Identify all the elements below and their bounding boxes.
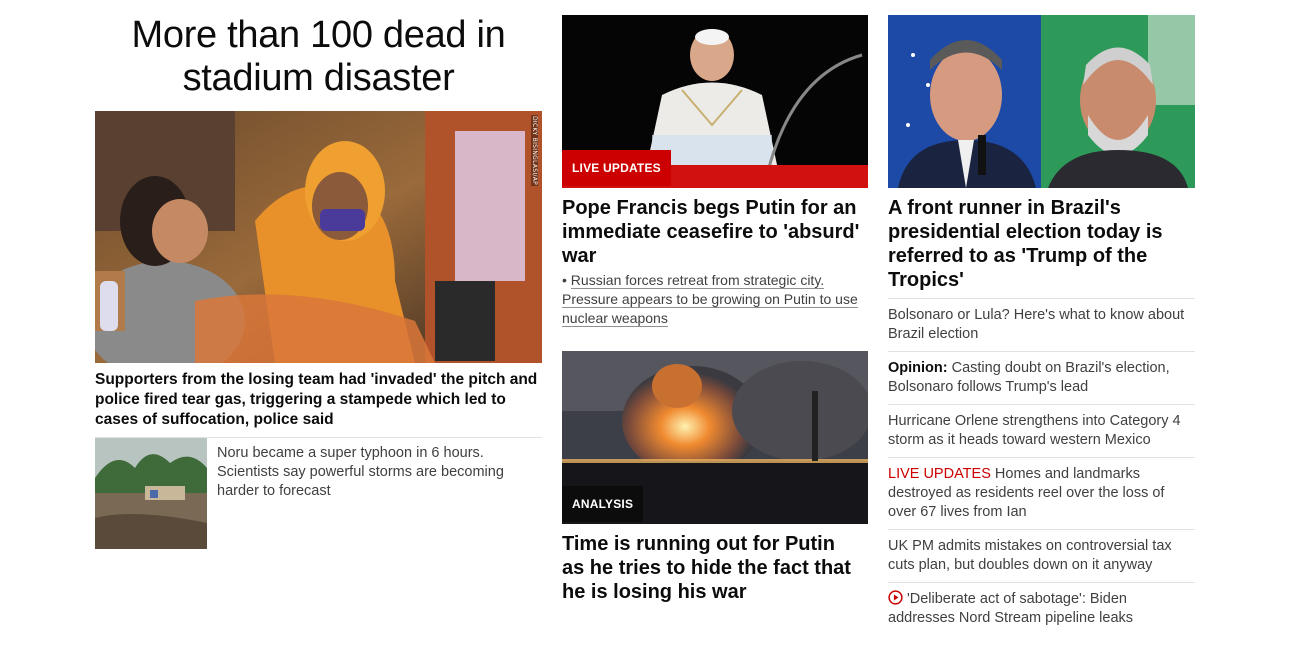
lead-caption-link[interactable]: Supporters from the losing team had 'inv…: [95, 370, 542, 430]
item-text: Bolsonaro or Lula? Here's what to know a…: [888, 307, 1185, 342]
divider: [888, 529, 1195, 530]
analysis-badge: ANALYSIS: [562, 486, 644, 522]
list-item-brazil-explainer[interactable]: Bolsonaro or Lula? Here's what to know a…: [888, 306, 1195, 344]
typhoon-photo-illustration: [95, 438, 207, 549]
live-updates-badge: LIVE UPDATES: [562, 150, 671, 186]
divider: [888, 298, 1195, 299]
lead-headline[interactable]: More than 100 dead in stadium disaster: [95, 14, 542, 100]
opinion-label: Opinion:: [888, 360, 948, 376]
list-item-uk-pm[interactable]: UK PM admits mistakes on controversial t…: [888, 537, 1195, 575]
brazil-photo-illustration: [888, 15, 1195, 188]
divider: [888, 457, 1195, 458]
list-item-nord-stream[interactable]: 'Deliberate act of sabotage': Biden addr…: [888, 590, 1195, 628]
typhoon-thumbnail[interactable]: [95, 438, 207, 549]
divider: [888, 404, 1195, 405]
list-item-hurricane[interactable]: Hurricane Orlene strengthens into Catego…: [888, 412, 1195, 450]
brazil-candidates-image[interactable]: [888, 15, 1195, 188]
divider: [888, 582, 1195, 583]
column-lead: More than 100 dead in stadium disaster D…: [95, 0, 542, 549]
photo-credit: DICKY BISINGLASI/AP: [531, 115, 538, 187]
putin-analysis-headline[interactable]: Time is running out for Putin as he trie…: [562, 532, 852, 604]
pope-headline[interactable]: Pope Francis begs Putin for an immediate…: [562, 196, 868, 268]
russia-retreat-link[interactable]: Russian forces retreat from strategic ci…: [562, 272, 858, 327]
explosion-image[interactable]: ANALYSIS: [562, 351, 868, 524]
video-play-icon: [888, 590, 903, 605]
small-story-typhoon[interactable]: Noru became a super typhoon in 6 hours. …: [95, 438, 542, 550]
item-text: UK PM admits mistakes on controversial t…: [888, 538, 1172, 573]
list-item-opinion[interactable]: Opinion: Casting doubt on Brazil's elect…: [888, 359, 1195, 397]
news-zone: More than 100 dead in stadium disaster D…: [0, 0, 1290, 655]
divider: [888, 351, 1195, 352]
typhoon-headline[interactable]: Noru became a super typhoon in 6 hours. …: [217, 444, 537, 501]
brazil-headline[interactable]: A front runner in Brazil's presidential …: [888, 196, 1188, 292]
russia-bullet: • Russian forces retreat from strategic …: [562, 271, 868, 328]
list-item-ian-live[interactable]: LIVE UPDATES Homes and landmarks destroy…: [888, 465, 1195, 522]
bullet-mark: •: [562, 272, 567, 288]
lead-photo-illustration: [95, 111, 542, 363]
pope-image[interactable]: LIVE UPDATES: [562, 15, 868, 188]
item-text: Hurricane Orlene strengthens into Catego…: [888, 413, 1181, 448]
live-updates-label: LIVE UPDATES: [888, 466, 991, 482]
lead-image[interactable]: DICKY BISINGLASI/AP: [95, 111, 542, 363]
item-text: 'Deliberate act of sabotage': Biden addr…: [888, 591, 1134, 626]
